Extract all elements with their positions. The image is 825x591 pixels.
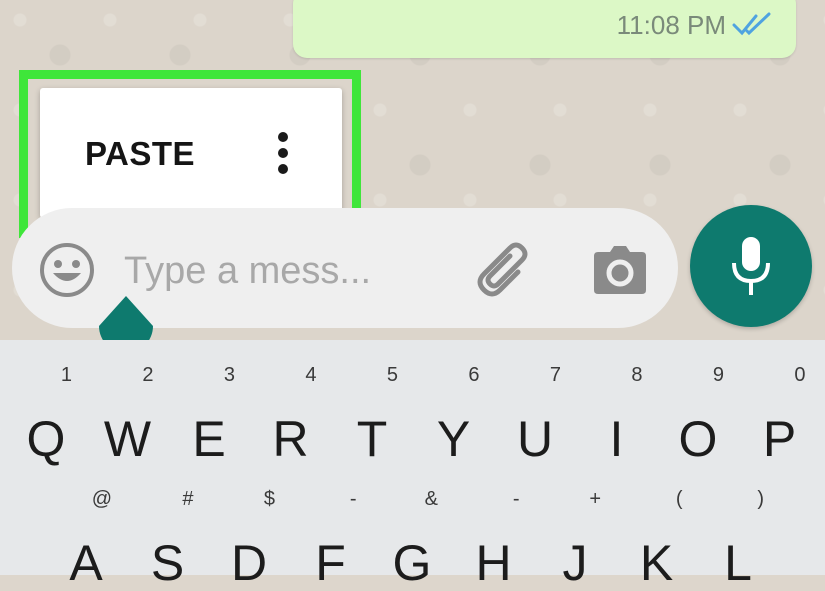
more-vertical-icon[interactable] [276,131,290,175]
key-letter: W [103,411,152,467]
key-u[interactable]: 7U [495,364,575,464]
camera-icon[interactable] [592,244,648,296]
key-hint: 7 [549,364,561,386]
key-letter: G [392,535,432,591]
key-w[interactable]: 2W [88,364,168,464]
key-hint: 2 [142,364,154,386]
microphone-button[interactable] [690,205,812,327]
key-s[interactable]: # S [128,488,208,588]
key-r[interactable]: 4R [251,364,331,464]
key-p[interactable]: 0P [740,364,820,464]
key-letter: J [562,535,588,591]
key-hint: - [349,488,357,510]
paste-button[interactable]: PASTE [85,135,195,173]
key-hint: & [424,488,438,510]
key-j[interactable]: + J [535,488,615,588]
key-t[interactable]: 5T [332,364,412,464]
key-letter: U [516,411,554,467]
paperclip-icon[interactable] [474,238,538,302]
key-letter: I [609,411,624,467]
key-letter: D [230,535,268,591]
emoji-icon[interactable] [38,241,96,299]
key-letter: F [315,535,346,591]
message-time: 11:08 PM [616,10,726,40]
key-hint: ) [757,488,764,510]
message-bubble[interactable]: 11:08 PM [293,0,796,58]
key-o[interactable]: 9O [658,364,738,464]
key-letter: K [639,535,674,591]
key-k[interactable]: (K [617,488,697,588]
key-letter: L [724,535,752,591]
key-hint: 4 [305,364,317,386]
key-hint: 3 [223,364,235,386]
key-hint: + [589,488,601,510]
key-letter: S [150,535,185,591]
key-g[interactable]: & G [372,488,452,588]
key-f[interactable]: -F [291,488,371,588]
key-e[interactable]: 3E [169,364,249,464]
key-hint: 9 [712,364,724,386]
key-hint: # [182,488,194,510]
key-hint: 8 [631,364,643,386]
key-i[interactable]: 8I [577,364,657,464]
microphone-icon [732,237,770,295]
message-input[interactable] [122,246,446,296]
key-hint: @ [91,488,112,510]
key-a[interactable]: @ A [46,488,126,588]
key-letter: H [475,535,512,591]
key-hint: 1 [60,364,72,386]
key-l[interactable]: ) L [698,488,778,588]
double-check-icon [732,12,771,36]
key-letter: A [69,535,103,591]
key-h[interactable]: -H [454,488,534,588]
key-letter: Q [26,411,66,467]
key-letter: O [678,411,718,467]
key-q[interactable]: 1Q [6,364,86,464]
key-hint: 5 [386,364,398,386]
key-d[interactable]: $ D [209,488,289,588]
key-hint: - [512,488,520,510]
key-hint: 0 [794,364,806,386]
key-hint: $ [263,488,275,510]
key-hint: ( [675,488,683,510]
key-y[interactable]: 6Y [414,364,494,464]
keyboard: 1Q2W3E4R5T6Y7U8I9O0P @ A # S $ D - F & G - H + J(K) L [0,340,825,588]
key-letter: P [762,411,797,467]
key-hint: 6 [468,364,480,386]
key-letter: Y [436,411,471,467]
key-letter: T [356,411,388,467]
key-letter: E [192,411,226,467]
paste-context-menu: PASTE [40,88,342,218]
key-letter: R [272,411,309,467]
